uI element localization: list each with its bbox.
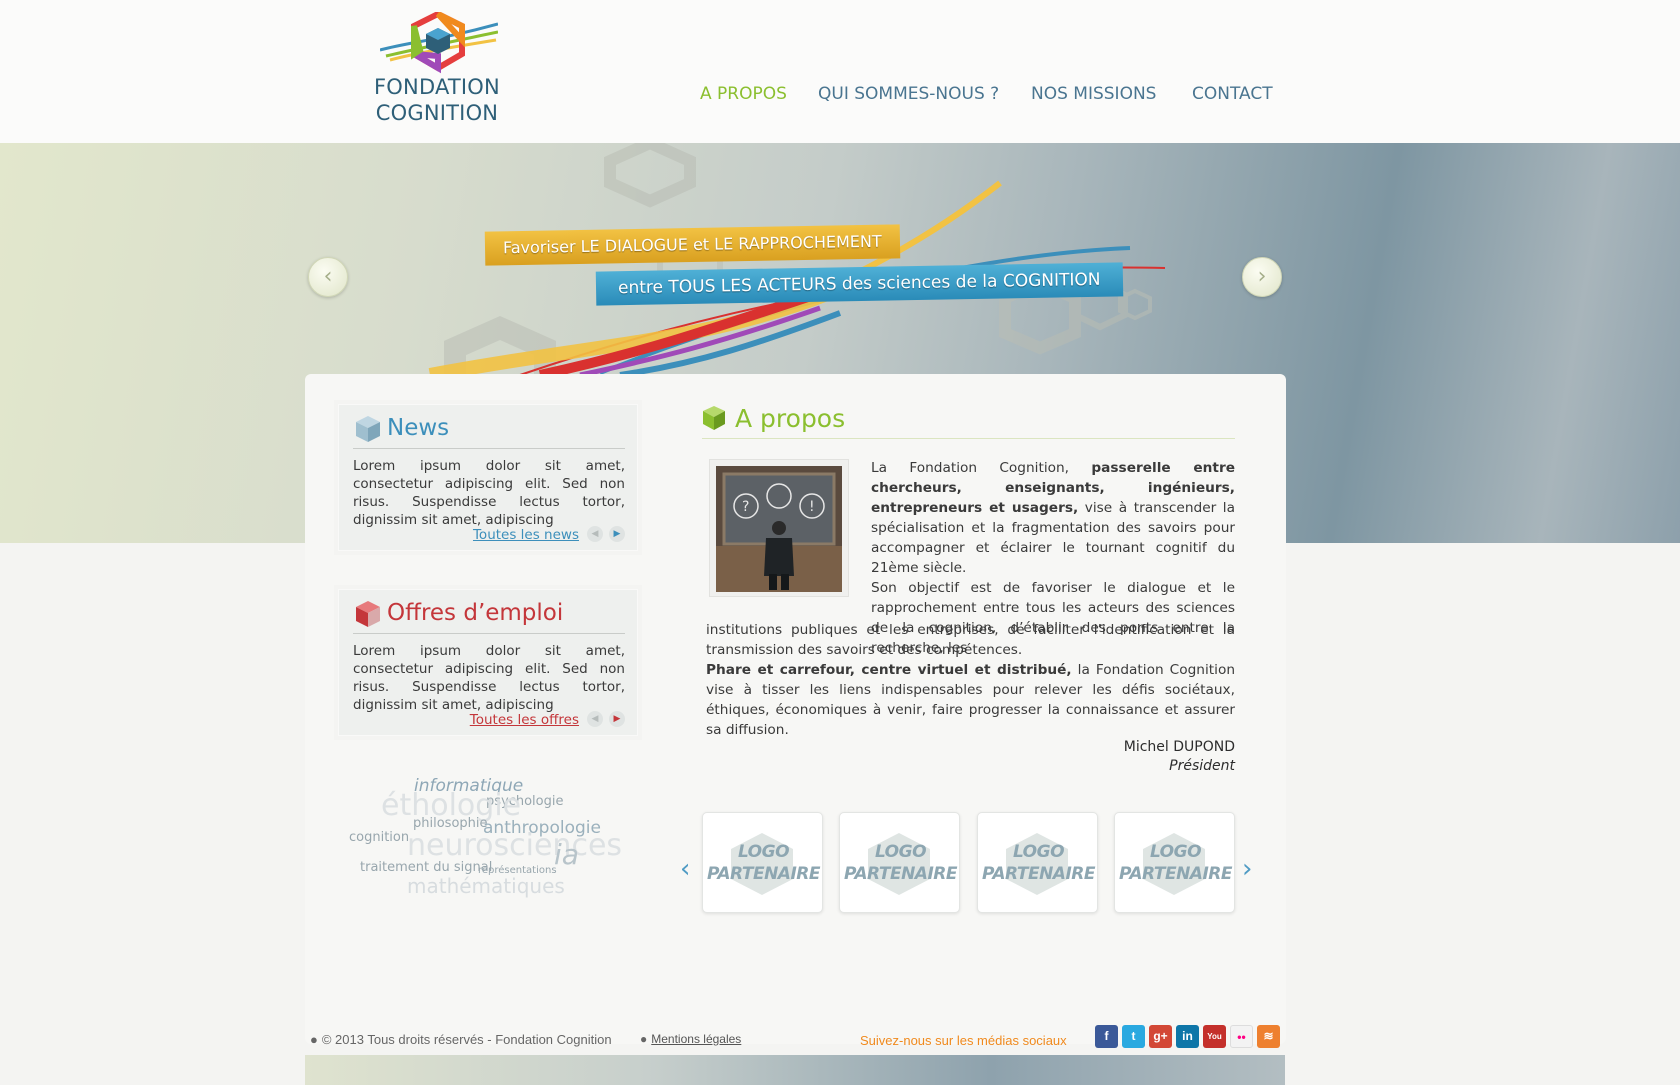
triangle-left-icon: ◀ — [591, 714, 599, 724]
nav-a-propos[interactable]: A PROPOS — [700, 84, 787, 104]
a-propos-divider — [702, 438, 1235, 439]
partner-label-line2: PARTENAIRE — [1118, 864, 1233, 884]
partner-label-line1: LOGO — [737, 842, 790, 862]
a-propos-p4-emphasis: Phare et carrefour, centre virtuel et di… — [706, 662, 1072, 678]
job-offers-excerpt: Lorem ipsum dolor sit amet, consectetur … — [353, 643, 625, 713]
copyright-text: © 2013 Tous droits réservés - Fondation … — [321, 1032, 612, 1047]
partner-label-line2: PARTENAIRE — [981, 864, 1096, 884]
legal-notice: ● Mentions légales — [640, 1032, 741, 1046]
cube-green-icon — [703, 406, 725, 430]
logo-line-2: COGNITION — [375, 101, 499, 125]
partner-label-line2: PARTENAIRE — [843, 864, 958, 884]
partners-carousel: LOGO PARTENAIRE LOGO PARTENAIRE LOGO PARTEN… — [702, 812, 1235, 916]
news-prev-button[interactable]: ◀ — [587, 526, 603, 542]
banner-ribbon-dialogue: Favoriser LE DIALOGUE et LE RAPPROCHEMEN… — [484, 224, 900, 266]
signature-name: Michel DUPOND — [1123, 739, 1235, 755]
tag-cognition[interactable]: cognition — [349, 830, 409, 845]
rss-icon[interactable]: ≋ — [1257, 1025, 1280, 1048]
offers-prev-button[interactable]: ◀ — [587, 711, 603, 727]
site-header: FONDATION COGNITION A PROPOS QUI SOMMES-… — [0, 0, 1680, 143]
nav-qui-sommes-nous[interactable]: QUI SOMMES-NOUS ? — [818, 84, 999, 104]
signature-role: Président — [1169, 758, 1235, 774]
banner-prev-button[interactable]: ‹ — [308, 257, 348, 297]
svg-text:!: ! — [809, 499, 815, 515]
triangle-right-icon: ▶ — [613, 714, 621, 724]
partner-logo[interactable]: LOGO PARTENAIRE — [1114, 812, 1235, 913]
partner-label: LOGO PARTENAIRE — [703, 841, 824, 885]
partners-next-button[interactable]: › — [1242, 856, 1252, 882]
site-footer: ● © 2013 Tous droits réservés - Fondation… — [305, 1025, 1285, 1055]
tag-neurosciences[interactable]: neurosciences — [407, 828, 622, 863]
partner-logo[interactable]: LOGO PARTENAIRE — [839, 812, 960, 913]
president-photo: ? ! — [709, 459, 849, 597]
banner-next-button[interactable]: › — [1242, 257, 1282, 297]
nav-contact[interactable]: CONTACT — [1192, 84, 1273, 104]
chevron-left-icon: ‹ — [323, 264, 333, 289]
tag-mathematiques[interactable]: mathématiques — [407, 874, 565, 898]
partner-label-line2: PARTENAIRE — [706, 864, 821, 884]
chevron-right-icon: › — [1257, 264, 1267, 289]
offers-next-button[interactable]: ▶ — [609, 711, 625, 727]
logo-wordmark: FONDATION COGNITION — [372, 74, 502, 126]
triangle-left-icon: ◀ — [591, 529, 599, 539]
main-content-panel: News Lorem ipsum dolor sit amet, consect… — [305, 374, 1286, 1044]
a-propos-heading: A propos — [735, 404, 846, 433]
thinking-man-image: ? ! — [716, 466, 842, 592]
partner-label: LOGO PARTENAIRE — [840, 841, 961, 885]
all-offers-link[interactable]: Toutes les offres — [470, 712, 579, 728]
flickr-icon[interactable]: •• — [1230, 1025, 1253, 1048]
a-propos-paragraph-2: institutions publiques et les entreprise… — [706, 620, 1235, 740]
google-plus-icon[interactable]: g+ — [1149, 1025, 1172, 1048]
triangle-right-icon: ▶ — [613, 529, 621, 539]
cube-red-icon — [356, 601, 380, 627]
job-offers-divider — [353, 633, 625, 634]
job-offers-title: Offres d’emploi — [387, 600, 564, 626]
chevron-left-icon: ‹ — [680, 854, 691, 884]
news-divider — [353, 448, 625, 449]
partner-label-line1: LOGO — [1149, 842, 1202, 862]
twitter-icon[interactable]: t — [1122, 1025, 1145, 1048]
news-title: News — [387, 415, 450, 441]
partner-label-line1: LOGO — [1012, 842, 1065, 862]
bullet-icon: ● — [640, 1032, 648, 1046]
legal-notice-link[interactable]: Mentions légales — [651, 1032, 741, 1046]
a-propos-p3: institutions publiques et les entreprise… — [706, 622, 1235, 658]
site-logo[interactable]: FONDATION COGNITION — [368, 12, 508, 127]
linkedin-icon[interactable]: in — [1176, 1025, 1199, 1048]
svg-text:?: ? — [742, 499, 749, 515]
nav-nos-missions[interactable]: NOS MISSIONS — [1031, 84, 1156, 104]
partner-label-line1: LOGO — [874, 842, 927, 862]
news-box: News Lorem ipsum dolor sit amet, consect… — [338, 404, 638, 551]
copyright: ● © 2013 Tous droits réservés - Fondation… — [310, 1032, 612, 1047]
footer-gradient-bar — [305, 1055, 1285, 1085]
youtube-icon[interactable]: You — [1203, 1025, 1226, 1048]
follow-us-label: Suivez-nous sur les médias sociaux — [860, 1033, 1067, 1048]
partners-prev-button[interactable]: ‹ — [680, 856, 690, 882]
logo-hexagon-icon — [380, 12, 498, 74]
partner-label: LOGO PARTENAIRE — [1115, 841, 1236, 885]
partner-logo[interactable]: LOGO PARTENAIRE — [977, 812, 1098, 913]
news-next-button[interactable]: ▶ — [609, 526, 625, 542]
news-excerpt: Lorem ipsum dolor sit amet, consectetur … — [353, 458, 625, 528]
tag-traitement-du-signal[interactable]: traitement du signal — [360, 860, 492, 875]
a-propos-p1-intro: La Fondation Cognition, — [871, 460, 1092, 476]
partner-logo[interactable]: LOGO PARTENAIRE — [702, 812, 823, 913]
tag-cloud: informatique psychologie éthologie philo… — [345, 776, 635, 914]
cube-blue-icon — [356, 416, 380, 442]
all-news-link[interactable]: Toutes les news — [473, 527, 579, 543]
facebook-icon[interactable]: f — [1095, 1025, 1118, 1048]
partner-label: LOGO PARTENAIRE — [978, 841, 1099, 885]
logo-line-1: FONDATION — [374, 75, 500, 99]
chevron-right-icon: › — [1242, 854, 1253, 884]
job-offers-box: Offres d’emploi Lorem ipsum dolor sit am… — [338, 589, 638, 736]
signature: Michel DUPOND Président — [1124, 738, 1235, 776]
bullet-icon: ● — [310, 1032, 318, 1047]
tag-ia[interactable]: ia — [554, 838, 579, 871]
